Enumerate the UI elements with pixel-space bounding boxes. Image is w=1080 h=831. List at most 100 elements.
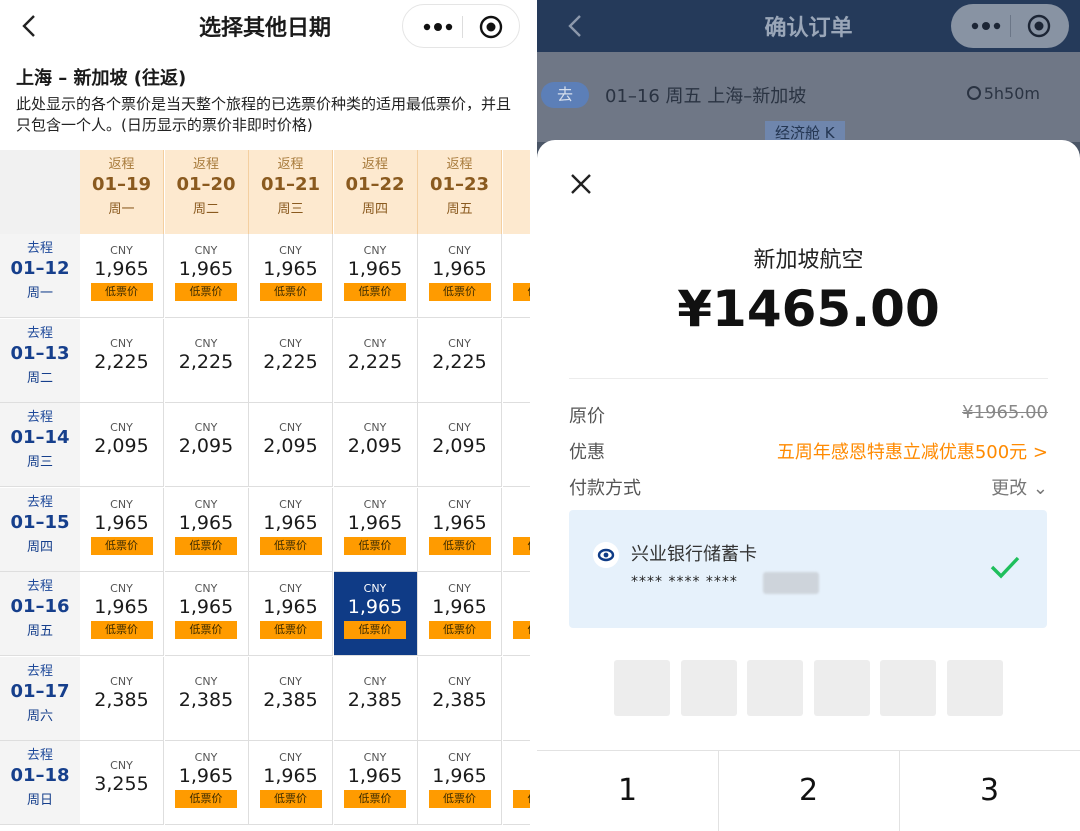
keypad-key-2[interactable]: 2 xyxy=(718,751,899,831)
fare-cell[interactable]: CNY2, xyxy=(502,656,530,741)
more-icon[interactable] xyxy=(421,19,455,35)
return-date-header[interactable]: 返程 01–19 周一 xyxy=(80,150,164,234)
fare-price: 2,095 xyxy=(94,435,149,457)
fare-cell[interactable]: CNY 2,095 xyxy=(164,403,249,487)
fare-price: 2,385 xyxy=(347,688,403,711)
fare-cell[interactable]: CNY 1,965 低票价 xyxy=(333,572,418,656)
fare-cell[interactable]: CNY 2,385 xyxy=(333,656,418,741)
fare-price: 2, xyxy=(503,435,531,457)
return-date-header[interactable]: 返程 01–21 周三 xyxy=(249,150,333,234)
fare-cell[interactable]: CNY 1,965 低票价 xyxy=(80,572,164,656)
depart-weekday: 周六 xyxy=(26,708,53,724)
return-date-header[interactable]: 返程 01–22 周四 xyxy=(333,150,418,234)
depart-date-header[interactable]: 去程 01–18 周日 xyxy=(0,741,80,825)
currency-label: CNY xyxy=(110,421,133,434)
close-miniprogram-icon[interactable] xyxy=(1027,14,1051,38)
fare-cell[interactable]: CNY 1,965 低票价 xyxy=(249,741,333,825)
fare-cell[interactable]: CNY 1,965 低票价 xyxy=(418,487,502,572)
depart-date-header[interactable]: 去程 01–12 周一 xyxy=(0,234,80,318)
pin-digit-box[interactable] xyxy=(946,660,1003,716)
fare-cell[interactable]: CNY 1,965 低票价 xyxy=(164,741,249,825)
keypad-key-3[interactable]: 3 xyxy=(899,751,1080,831)
low-fare-badge: 低票价 xyxy=(259,790,322,808)
return-date-header[interactable]: 返程 01–20 周二 xyxy=(164,150,249,234)
pin-digit-box[interactable] xyxy=(813,660,870,716)
route-title: 上海 – 新加坡 (往返) xyxy=(16,68,187,89)
depart-date-header[interactable]: 去程 01–16 周五 xyxy=(0,572,80,656)
close-icon[interactable] xyxy=(569,172,593,196)
return-date: 01–23 xyxy=(429,174,490,195)
fare-cell[interactable]: CNY 2,385 xyxy=(418,656,502,741)
currency-label: CNY xyxy=(194,244,218,257)
fare-cell[interactable]: CNY1, 低票价 xyxy=(502,487,531,572)
fare-cell[interactable]: CNY 1,965 低票价 xyxy=(164,572,249,656)
pin-digit-box[interactable] xyxy=(747,660,803,716)
bank-card-option[interactable]: 兴业银行储蓄卡 **** **** **** xyxy=(569,510,1047,628)
fare-cell[interactable]: CNY 2,385 xyxy=(249,656,333,741)
fare-cell[interactable]: CNY 2,225 xyxy=(418,318,502,403)
fare-price: 2,095 xyxy=(432,435,487,457)
depart-date-header[interactable]: 去程 01–14 周三 xyxy=(0,403,80,487)
fare-cell[interactable]: CNY 1,965 低票价 xyxy=(333,234,418,318)
fare-cell[interactable]: CNY 2,225 xyxy=(249,318,333,403)
fare-price: 1,965 xyxy=(347,765,403,787)
fare-cell[interactable]: CNY1, 低票价 xyxy=(502,572,531,656)
return-label: 返程 xyxy=(361,157,388,172)
depart-date-header[interactable]: 去程 01–15 周四 xyxy=(0,487,80,572)
return-date-header[interactable]: 返程 01 周 xyxy=(502,150,530,234)
fare-cell[interactable]: CNY 1,965 低票价 xyxy=(333,487,418,572)
fare-cell[interactable]: CNY 1,965 低票价 xyxy=(418,234,502,318)
fare-cell[interactable]: CNY 1,965 低票价 xyxy=(418,572,502,656)
order-confirm-panel: 确认订单 去 01–16 周五 上海–新加坡 5h50m 经济舱 K 新加坡航空… xyxy=(537,0,1080,831)
currency-label: CNY xyxy=(279,244,302,257)
depart-weekday: 周四 xyxy=(26,539,53,555)
fare-cell[interactable]: CNY 2,095 xyxy=(333,403,418,487)
fare-cell[interactable]: CNY 2,095 xyxy=(418,403,502,487)
fare-cell[interactable]: CNY1, 低票价 xyxy=(502,741,530,825)
fare-cell[interactable]: CNY 2,225 xyxy=(80,318,164,403)
depart-date: 01–13 xyxy=(10,342,70,364)
depart-label: 去程 xyxy=(26,579,53,594)
masked-card-digits xyxy=(763,572,819,594)
depart-date: 01–15 xyxy=(10,511,70,533)
fare-cell[interactable]: CNY2, xyxy=(502,403,531,487)
keypad-key-1[interactable]: 1 xyxy=(537,751,718,831)
fare-cell[interactable]: CNY 2,385 xyxy=(80,656,164,741)
fare-cell[interactable]: CNY 2,095 xyxy=(249,403,333,487)
currency-label: CNY xyxy=(279,497,302,511)
fare-cell[interactable]: CNY 1,965 低票价 xyxy=(80,487,164,572)
fare-cell[interactable]: CNY 1,965 低票价 xyxy=(249,487,333,572)
return-date-header[interactable]: 返程 01–23 周五 xyxy=(418,150,502,234)
change-payment-button[interactable]: 更改 ⌄ xyxy=(991,474,1048,500)
depart-date-header[interactable]: 去程 01–13 周二 xyxy=(0,318,80,403)
fare-cell[interactable]: CNY 1,965 低票价 xyxy=(80,234,164,318)
fare-cell[interactable]: CNY2, xyxy=(502,318,530,403)
fare-cell[interactable]: CNY 2,385 xyxy=(164,656,249,741)
fare-cell[interactable]: CNY 1,965 低票价 xyxy=(164,487,249,572)
pin-digit-box[interactable] xyxy=(614,660,670,716)
fare-price: 1,965 xyxy=(263,765,318,787)
discount-link[interactable]: 五周年感恩特惠立减优惠500元 > xyxy=(777,438,1048,464)
pin-digit-box[interactable] xyxy=(680,660,737,716)
low-fare-badge: 低票价 xyxy=(513,536,530,555)
pin-digit-box[interactable] xyxy=(880,660,936,716)
fare-cell[interactable]: CNY1, 低票价 xyxy=(502,234,530,318)
fare-price: 1,965 xyxy=(178,596,234,618)
fare-cell[interactable]: CNY 2,225 xyxy=(164,318,249,403)
close-miniprogram-icon[interactable] xyxy=(479,15,503,39)
fare-cell[interactable]: CNY 1,965 低票价 xyxy=(164,234,249,318)
return-label: 返程 xyxy=(277,157,304,172)
fare-cell[interactable]: CNY 2,225 xyxy=(333,318,418,403)
fare-cell[interactable]: CNY 1,965 低票价 xyxy=(418,741,502,825)
fare-cell[interactable]: CNY 1,965 低票价 xyxy=(249,234,333,318)
fare-cell[interactable]: CNY 1,965 低票价 xyxy=(249,572,333,656)
fare-cell[interactable]: CNY 3,255 xyxy=(80,741,164,825)
more-icon[interactable] xyxy=(969,18,1003,34)
fare-cell[interactable]: CNY 1,965 低票价 xyxy=(333,741,418,825)
fare-price: 1, xyxy=(503,512,531,534)
depart-date-header[interactable]: 去程 01–17 周六 xyxy=(0,656,80,741)
fare-price: 2,385 xyxy=(94,688,149,711)
fare-cell[interactable]: CNY 2,095 xyxy=(80,403,164,487)
depart-weekday: 周一 xyxy=(26,286,53,301)
currency-label: CNY xyxy=(503,582,531,595)
